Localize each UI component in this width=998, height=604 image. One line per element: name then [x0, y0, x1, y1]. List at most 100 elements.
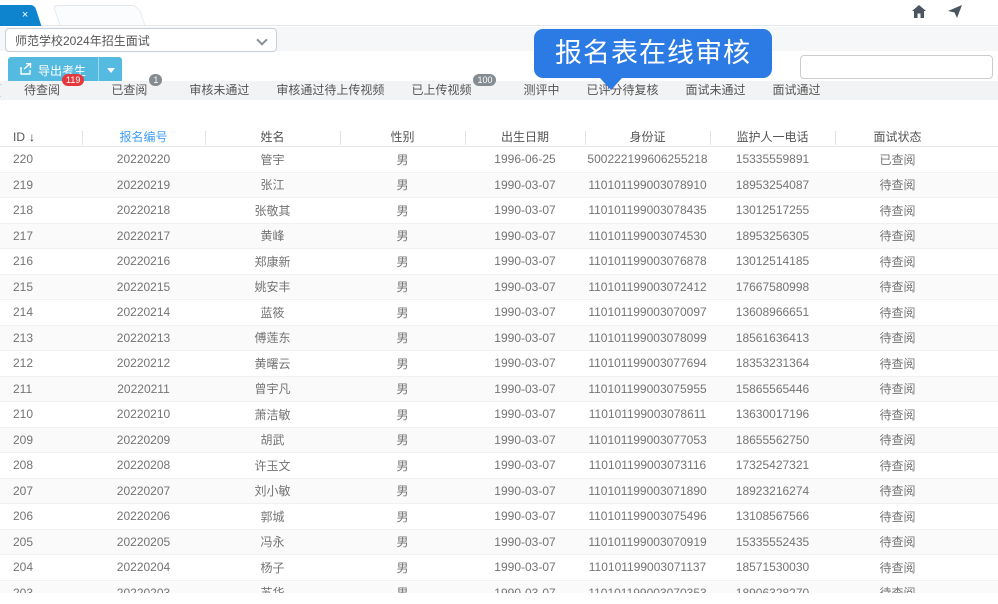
export-dropdown-toggle[interactable]: [98, 57, 122, 83]
table-cell: 20220210: [82, 407, 205, 421]
table-cell: 1990-03-07: [465, 280, 585, 294]
table-row[interactable]: 21520220215姚安丰男1990-03-07110101199003072…: [0, 275, 998, 301]
table-cell: 203: [0, 586, 82, 593]
table-cell: 20220208: [82, 458, 205, 472]
filter-tab-badge: 119: [62, 74, 84, 86]
table-row[interactable]: 21720220217黄峰男1990-03-071101011990030745…: [0, 224, 998, 250]
search-input[interactable]: [800, 55, 993, 79]
table-cell: 待查阅: [835, 559, 960, 576]
filter-tab[interactable]: 待查阅119: [24, 81, 84, 100]
table-row[interactable]: 21320220213傅莲东男1990-03-07110101199003078…: [0, 326, 998, 352]
table-row[interactable]: 20520220205冯永男1990-03-071101011990030709…: [0, 530, 998, 556]
exam-select-value: 师范学校2024年招生面试: [15, 32, 150, 49]
table-cell: 姚安丰: [205, 278, 340, 295]
table-cell: 110101199003078611: [585, 407, 710, 421]
filter-tab-badge: 1: [149, 74, 162, 86]
table-cell: 男: [340, 202, 465, 219]
filter-tab[interactable]: 面试未通过: [686, 81, 746, 100]
filter-tab-label: 测评中: [523, 81, 559, 100]
table-cell: 20220216: [82, 254, 205, 268]
app-screen: × 师范学校2024年招生面试 导出考生 待查阅119已查: [0, 0, 998, 604]
column-header[interactable]: 出生日期: [465, 128, 585, 145]
table-row[interactable]: 20420220204杨子男1990-03-071101011990030711…: [0, 555, 998, 581]
table-cell: 黄峰: [205, 227, 340, 244]
table-cell: 待查阅: [835, 304, 960, 321]
filter-tab[interactable]: 测评中: [523, 81, 559, 100]
close-tab-icon[interactable]: ×: [21, 8, 27, 22]
active-tab[interactable]: ×: [0, 5, 41, 26]
filter-tab[interactable]: 审核未通过: [189, 81, 249, 100]
table-cell: 男: [340, 329, 465, 346]
table-cell: 20220203: [82, 586, 205, 593]
table-cell: 110101199003076878: [585, 254, 710, 268]
table-cell: 18561636413: [710, 331, 835, 345]
table-row[interactable]: 21420220214蓝筱男1990-03-071101011990030700…: [0, 300, 998, 326]
table-cell: 110101199003075496: [585, 509, 710, 523]
table-body: 22020220220管宇男1996-06-255002221996062552…: [0, 147, 998, 593]
table-row[interactable]: 21120220211曾宇凡男1990-03-07110101199003075…: [0, 377, 998, 403]
table-cell: 20220217: [82, 229, 205, 243]
filter-tab[interactable]: 面试通过: [773, 81, 821, 100]
column-header[interactable]: ID↓: [0, 130, 82, 144]
table-cell: 男: [340, 380, 465, 397]
table-cell: 1996-06-25: [465, 152, 585, 166]
table-cell: 205: [0, 535, 82, 549]
column-header[interactable]: 性别: [340, 128, 465, 145]
table-cell: 20220211: [82, 382, 205, 396]
table-cell: 211: [0, 382, 82, 396]
table-row[interactable]: 22020220220管宇男1996-06-255002221996062552…: [0, 147, 998, 173]
table-cell: 216: [0, 254, 82, 268]
table-cell: 13012514185: [710, 254, 835, 268]
table-cell: 萧洁敏: [205, 406, 340, 423]
table-row[interactable]: 20620220206郭城男1990-03-071101011990030754…: [0, 504, 998, 530]
table-row[interactable]: 21220220212黄曙云男1990-03-07110101199003077…: [0, 351, 998, 377]
table-cell: 1990-03-07: [465, 203, 585, 217]
filter-tabs: 待查阅119 已查阅1 审核未通过 审核通过待上传视频 已上传视频100 测评中 已评分待复…: [24, 81, 848, 100]
table-cell: 110101199003070353: [585, 586, 710, 593]
table-cell: 1990-03-07: [465, 509, 585, 523]
table-cell: 男: [340, 559, 465, 576]
status-filter-row: 待查阅119 已查阅1 审核未通过 审核通过待上传视频 已上传视频100 测评中 已评分待复…: [0, 81, 998, 100]
column-header[interactable]: 报名编号: [82, 128, 205, 145]
review-tooltip-label: 报名表在线审核: [555, 38, 751, 68]
column-header[interactable]: 姓名: [205, 128, 340, 145]
table-row[interactable]: 20320220203苏华男1990-03-071101011990030703…: [0, 581, 998, 594]
table-row[interactable]: 20820220208许玉文男1990-03-07110101199003073…: [0, 453, 998, 479]
table-row[interactable]: 21620220216郑康新男1990-03-07110101199003076…: [0, 249, 998, 275]
filter-tab-label: 已评分待复核: [587, 81, 659, 100]
filter-tab[interactable]: 审核通过待上传视频: [276, 81, 384, 100]
table-cell: 蓝筱: [205, 304, 340, 321]
table-row[interactable]: 20920220209胡武男1990-03-071101011990030770…: [0, 428, 998, 454]
table-cell: 207: [0, 484, 82, 498]
filter-tab[interactable]: 已查阅1: [111, 81, 162, 100]
table-cell: 13108567566: [710, 509, 835, 523]
filter-tab[interactable]: 已评分待复核: [587, 81, 659, 100]
column-header[interactable]: 身份证: [585, 128, 710, 145]
table-cell: 苏华: [205, 584, 340, 593]
table-row[interactable]: 21820220218张敬其男1990-03-07110101199003078…: [0, 198, 998, 224]
filter-tab[interactable]: 已上传视频100: [411, 81, 496, 100]
table-cell: 待查阅: [835, 457, 960, 474]
table-cell: 1990-03-07: [465, 254, 585, 268]
table-cell: 18953254087: [710, 178, 835, 192]
table-cell: 15335552435: [710, 535, 835, 549]
export-button-main[interactable]: 导出考生: [8, 57, 98, 83]
table-cell: 男: [340, 253, 465, 270]
table-row[interactable]: 20720220207刘小敏男1990-03-07110101199003071…: [0, 479, 998, 505]
column-header[interactable]: 监护人一电话: [710, 128, 835, 145]
column-header-label: 出生日期: [501, 130, 549, 144]
home-icon[interactable]: [912, 5, 926, 18]
table-row[interactable]: 21920220219张江男1990-03-071101011990030789…: [0, 173, 998, 199]
column-header[interactable]: 面试状态: [835, 128, 960, 145]
table-cell: 1990-03-07: [465, 356, 585, 370]
table-cell: 胡武: [205, 431, 340, 448]
send-icon[interactable]: [948, 5, 962, 18]
table-cell: 206: [0, 509, 82, 523]
tabs-scroll-left-icon[interactable]: [0, 84, 6, 97]
table-row[interactable]: 21020220210萧洁敏男1990-03-07110101199003078…: [0, 402, 998, 428]
exam-select[interactable]: 师范学校2024年招生面试: [5, 28, 277, 52]
table-cell: 男: [340, 584, 465, 593]
table-cell: 204: [0, 560, 82, 574]
table-cell: 男: [340, 278, 465, 295]
inactive-tab[interactable]: [53, 5, 145, 25]
